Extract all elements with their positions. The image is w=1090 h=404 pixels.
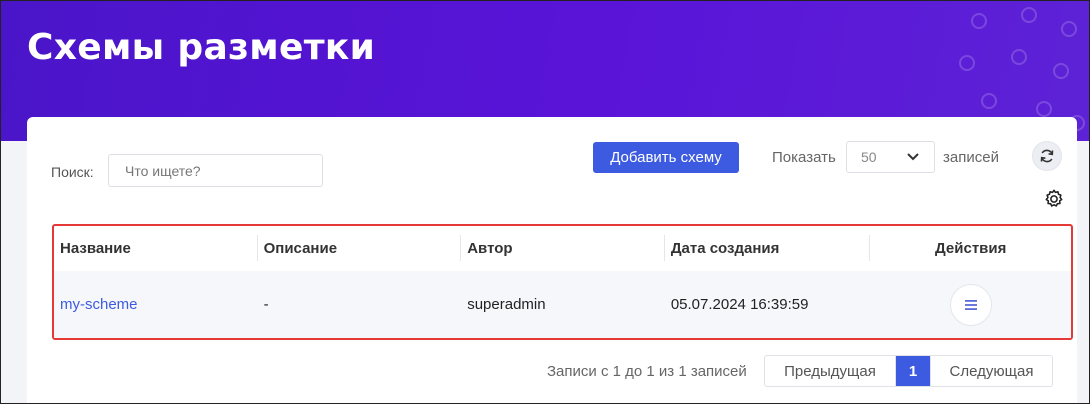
records-label: записей bbox=[943, 149, 999, 166]
refresh-icon bbox=[1040, 149, 1054, 163]
column-header-author[interactable]: Автор bbox=[461, 226, 665, 271]
cell-created: 05.07.2024 16:39:59 bbox=[670, 296, 809, 313]
settings-button[interactable] bbox=[1042, 187, 1066, 211]
refresh-button[interactable] bbox=[1032, 141, 1062, 171]
cell-name: my-scheme bbox=[54, 271, 258, 338]
schemes-table: Название Описание Автор Дата создания Де… bbox=[52, 224, 1073, 340]
page-size-select[interactable]: 50 bbox=[846, 141, 935, 173]
scheme-link[interactable]: my-scheme bbox=[60, 296, 138, 313]
search-input[interactable] bbox=[108, 154, 323, 187]
records-info: Записи с 1 до 1 из 1 записей bbox=[547, 363, 747, 380]
column-header-name[interactable]: Название bbox=[54, 226, 258, 271]
add-scheme-button[interactable]: Добавить схему bbox=[593, 142, 739, 173]
cell-author: superadmin bbox=[467, 296, 546, 313]
prev-page-button[interactable]: Предыдущая bbox=[765, 356, 896, 386]
page-title: Схемы разметки bbox=[27, 27, 376, 68]
column-header-description[interactable]: Описание bbox=[258, 226, 462, 271]
chevron-down-icon bbox=[907, 153, 919, 161]
content-card: Поиск: Добавить схему Показать 50 записе… bbox=[27, 117, 1077, 403]
row-actions-button[interactable] bbox=[949, 283, 992, 326]
cell-description: - bbox=[263, 296, 269, 313]
next-page-button[interactable]: Следующая bbox=[930, 356, 1052, 386]
column-header-created[interactable]: Дата создания bbox=[665, 226, 871, 271]
column-header-actions: Действия bbox=[935, 240, 1007, 257]
table-header: Название Описание Автор Дата создания Де… bbox=[54, 226, 1071, 271]
search-label: Поиск: bbox=[51, 164, 94, 180]
app-window: Схемы разметки Поиск: Добавить схему Пок… bbox=[0, 0, 1090, 404]
table-row: my-scheme - superadmin 05.07.2024 16:39:… bbox=[54, 271, 1071, 338]
menu-icon bbox=[964, 299, 977, 310]
pagination: Предыдущая 1 Следующая bbox=[764, 355, 1053, 387]
cell-actions bbox=[870, 271, 1071, 338]
page-size-value: 50 bbox=[861, 149, 877, 165]
show-label: Показать bbox=[772, 149, 836, 166]
gear-icon bbox=[1045, 189, 1063, 207]
page-button-current[interactable]: 1 bbox=[896, 356, 930, 386]
